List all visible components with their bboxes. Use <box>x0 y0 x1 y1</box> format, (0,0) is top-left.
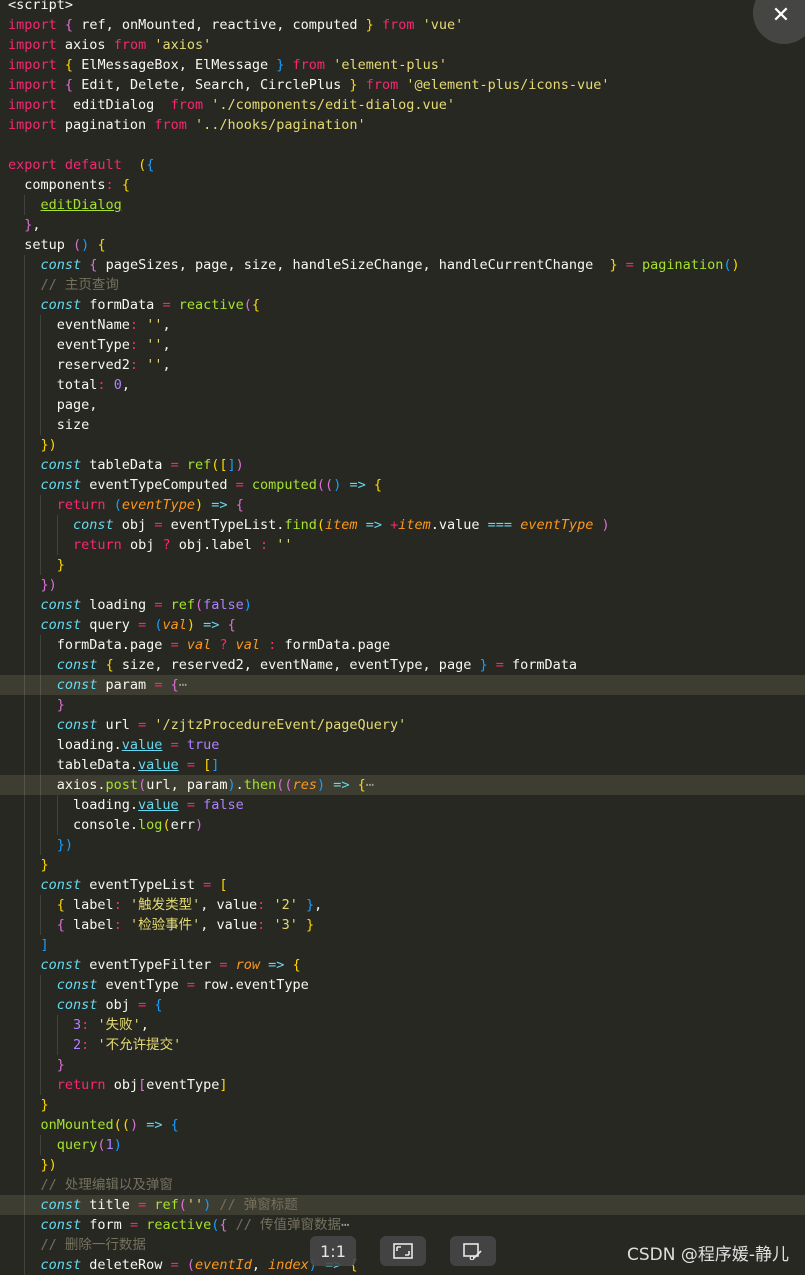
code-line: const eventType = row.eventType <box>0 975 805 995</box>
code-line: const form = reactive({ // 传值弹窗数据⋯ <box>0 1215 805 1235</box>
close-icon: ✕ <box>771 3 791 28</box>
code-line: import editDialog from './components/edi… <box>8 97 456 113</box>
code-line: return obj ? obj.label : '' <box>0 535 805 555</box>
code-line: const formData = reactive({ <box>0 295 805 315</box>
code-line: setup () { <box>8 237 106 253</box>
code-line: import { ElMessageBox, ElMessage } from … <box>8 57 447 73</box>
edit-image-icon <box>463 1243 482 1260</box>
watermark: CSDN @程序媛-静儿 <box>626 1245 789 1265</box>
code-line: editDialog <box>0 195 805 215</box>
code-line: } <box>0 555 805 575</box>
code-area[interactable]: <script> import { ref, onMounted, reactiv… <box>0 0 805 1275</box>
code-line: total: 0, <box>8 375 130 395</box>
code-line: eventName: '', <box>8 315 171 335</box>
code-line: axios.post(url, param).then((res) => {⋯ <box>0 775 805 795</box>
code-line: components: { <box>8 177 130 193</box>
code-line: }, <box>24 217 41 233</box>
code-line: const loading = ref(false) <box>0 595 805 615</box>
code-line: const { size, reserved2, eventName, even… <box>0 655 805 675</box>
image-viewer-toolbar: 1:1 <box>310 1234 500 1268</box>
edit-image-button[interactable] <box>450 1236 496 1266</box>
code-editor[interactable]: <script> import { ref, onMounted, reactiv… <box>0 0 805 1275</box>
zoom-label: 1:1 <box>320 1241 346 1261</box>
code-line: const title = ref('') // 弹窗标题 <box>0 1195 805 1215</box>
code-line: 2: '不允许提交' <box>0 1035 805 1055</box>
code-line: console.log(err) <box>8 815 204 835</box>
code-line: } <box>0 1095 805 1115</box>
code-line: tableData.value = [] <box>8 755 220 775</box>
code-line: reserved2: '', <box>8 355 171 375</box>
code-line: const param = {⋯ <box>0 675 805 695</box>
code-line: const eventTypeComputed = computed(() =>… <box>0 475 805 495</box>
code-line: query(1) <box>0 1135 805 1155</box>
code-line: } <box>0 695 805 715</box>
code-line: const url = '/zjtzProcedureEvent/pageQue… <box>0 715 805 735</box>
code-line: // 主页查询 <box>0 275 805 295</box>
code-line: ] <box>0 935 805 955</box>
code-line: }) <box>0 835 805 855</box>
code-line: }) <box>0 575 805 595</box>
code-line: }) <box>0 435 805 455</box>
code-line: 3: '失败', <box>0 1015 805 1035</box>
code-line: page, <box>8 395 98 415</box>
code-line: const query = (val) => { <box>0 615 805 635</box>
code-line: import { ref, onMounted, reactive, compu… <box>8 17 464 33</box>
code-line: } <box>0 855 805 875</box>
code-line: return (eventType) => { <box>0 495 805 515</box>
fit-screen-icon <box>393 1243 413 1259</box>
code-line: const eventTypeList = [ <box>0 875 805 895</box>
fit-screen-button[interactable] <box>380 1236 426 1266</box>
code-line: eventType: '', <box>8 335 171 355</box>
code-line: { label: '触发类型', value: '2' }, <box>0 895 805 915</box>
code-line: export default ({ <box>8 157 155 173</box>
code-line: return obj[eventType] <box>0 1075 805 1095</box>
code-line: onMounted(() => { <box>0 1115 805 1135</box>
code-line: loading.value = true <box>8 735 220 755</box>
code-line: const obj = { <box>0 995 805 1015</box>
actual-size-button[interactable]: 1:1 <box>310 1236 356 1266</box>
code-line: const { pageSizes, page, size, handleSiz… <box>0 255 805 275</box>
code-line: const eventTypeFilter = row => { <box>0 955 805 975</box>
code-line: const tableData = ref([]) <box>0 455 805 475</box>
code-line: import pagination from '../hooks/paginat… <box>8 117 366 133</box>
code-line: } <box>0 1055 805 1075</box>
code-line: size <box>8 415 90 435</box>
code-line: // 处理编辑以及弹窗 <box>0 1175 805 1195</box>
code-line: }) <box>0 1155 805 1175</box>
code-line: { label: '检验事件', value: '3' } <box>0 915 805 935</box>
code-line: formData.page = val ? val : formData.pag… <box>8 635 391 655</box>
code-line: const obj = eventTypeList.find(item => +… <box>0 515 805 535</box>
code-line: import { Edit, Delete, Search, CirclePlu… <box>8 77 610 93</box>
code-line: import axios from 'axios' <box>8 37 212 53</box>
code-line: loading.value = false <box>8 795 244 815</box>
code-line: <script> <box>8 0 74 13</box>
